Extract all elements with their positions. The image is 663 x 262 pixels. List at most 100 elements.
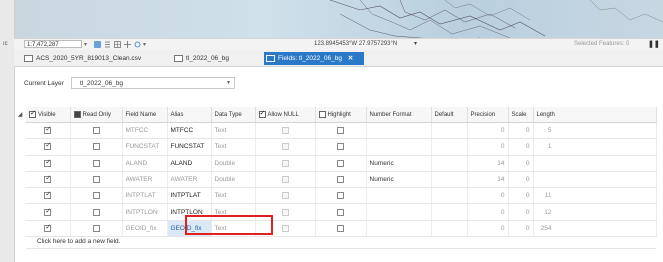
precision-cell[interactable]: 14: [467, 171, 509, 189]
close-icon[interactable]: ✕: [348, 55, 353, 62]
grid-icon[interactable]: [94, 41, 101, 48]
snapping-icon[interactable]: [104, 41, 111, 48]
col-scale[interactable]: Scale: [508, 107, 534, 123]
col-read-only[interactable]: Read Only: [70, 107, 123, 123]
number-format-cell[interactable]: [366, 187, 432, 205]
field-name-cell[interactable]: FUNCSTAT: [122, 138, 168, 156]
scale-cell[interactable]: 0: [508, 203, 534, 221]
read-only-checkbox[interactable]: [92, 143, 100, 151]
table-row[interactable]: AWATER AWATER Double Numeric 14 0: [26, 171, 657, 189]
highlight-all-checkbox[interactable]: [318, 110, 326, 118]
highlight-checkbox[interactable]: [337, 143, 344, 151]
scale-input[interactable]: 1:7,472,287: [24, 40, 82, 48]
default-cell[interactable]: [431, 203, 468, 221]
col-field-name[interactable]: Field Name: [122, 107, 168, 123]
field-name-cell[interactable]: INTPTLON: [122, 203, 168, 221]
table-row[interactable]: FUNCSTAT FUNCSTAT Text 0 0 1: [26, 138, 657, 156]
tab-acs-csv[interactable]: ACS_2020_5YR_819013_Clean.csv: [22, 52, 167, 65]
field-name-cell[interactable]: INTPTLAT: [122, 187, 168, 205]
read-only-checkbox[interactable]: [92, 208, 100, 216]
alias-cell[interactable]: FUNCSTAT: [167, 138, 212, 156]
data-type-cell[interactable]: Text: [211, 138, 256, 156]
visible-checkbox[interactable]: [44, 125, 52, 135]
allow-null-checkbox[interactable]: [281, 159, 289, 167]
table-grid-icon[interactable]: [114, 41, 121, 48]
highlight-checkbox[interactable]: [337, 192, 344, 200]
allow-null-checkbox[interactable]: [281, 208, 289, 216]
precision-cell[interactable]: 0: [467, 203, 509, 221]
scale-cell[interactable]: 0: [508, 138, 534, 156]
length-cell[interactable]: 12: [533, 203, 657, 221]
col-default[interactable]: Default: [431, 107, 468, 123]
scale-cell[interactable]: 0: [508, 155, 534, 172]
chevron-down-icon[interactable]: ▾: [414, 40, 417, 49]
precision-cell[interactable]: 0: [467, 122, 509, 140]
table-row[interactable]: INTPTLAT INTPTLAT Text 0 0 11: [26, 187, 657, 205]
allow-null-checkbox[interactable]: [281, 224, 289, 232]
read-only-checkbox[interactable]: [92, 127, 100, 135]
read-only-checkbox[interactable]: [92, 224, 100, 232]
visible-checkbox[interactable]: [44, 158, 52, 167]
length-cell[interactable]: [533, 155, 657, 172]
read-only-checkbox[interactable]: [92, 175, 100, 183]
number-format-cell[interactable]: Numeric: [366, 155, 432, 172]
precision-cell[interactable]: 0: [467, 187, 509, 205]
visible-all-checkbox[interactable]: [29, 109, 36, 118]
col-allow-null[interactable]: Allow NULL: [255, 107, 316, 123]
col-number-format[interactable]: Number Format: [366, 107, 432, 123]
default-cell[interactable]: [431, 171, 468, 189]
alias-cell[interactable]: AWATER: [167, 171, 212, 189]
scale-cell[interactable]: 0: [508, 187, 534, 205]
alias-cell[interactable]: MTFCC: [167, 122, 212, 140]
visible-checkbox[interactable]: [44, 190, 52, 200]
col-highlight[interactable]: Highlight: [315, 107, 367, 123]
read-only-all-checkbox[interactable]: [73, 110, 81, 118]
tab-fields[interactable]: Fields: tl_2022_06_bg ✕: [264, 52, 364, 65]
highlight-checkbox[interactable]: [337, 159, 344, 167]
chevron-down-icon[interactable]: ▾: [143, 41, 146, 48]
default-cell[interactable]: [431, 187, 468, 205]
allow-null-checkbox[interactable]: [281, 127, 289, 135]
allow-null-checkbox[interactable]: [281, 175, 289, 183]
field-name-cell[interactable]: ALAND: [122, 155, 168, 172]
field-name-cell[interactable]: MTFCC: [122, 122, 168, 140]
allow-null-all-checkbox[interactable]: [258, 109, 266, 118]
default-cell[interactable]: [431, 122, 468, 140]
data-type-cell[interactable]: Text: [211, 122, 256, 140]
data-type-cell[interactable]: Double: [211, 155, 256, 172]
crosshair-icon[interactable]: [124, 41, 131, 48]
current-layer-select[interactable]: tl_2022_06_bg ▾: [71, 77, 235, 89]
table-row[interactable]: MTFCC MTFCC Text 0 0 5: [26, 122, 657, 140]
scale-cell[interactable]: 0: [508, 171, 534, 189]
col-length[interactable]: Length: [533, 107, 657, 123]
table-row[interactable]: INTPTLON INTPTLON Text 0 0 12: [26, 203, 657, 221]
field-name-cell[interactable]: AWATER: [122, 171, 168, 189]
col-precision[interactable]: Precision: [467, 107, 509, 123]
precision-cell[interactable]: 0: [467, 138, 509, 156]
default-cell[interactable]: [431, 155, 468, 172]
pause-icon[interactable]: ❚❚: [648, 41, 660, 48]
length-cell[interactable]: 1: [533, 138, 657, 156]
length-cell[interactable]: 5: [533, 122, 657, 140]
allow-null-checkbox[interactable]: [281, 143, 289, 151]
read-only-checkbox[interactable]: [92, 159, 100, 167]
number-format-cell[interactable]: [366, 138, 432, 156]
alias-cell[interactable]: INTPTLAT: [167, 187, 212, 205]
collapse-icon[interactable]: ◢: [14, 107, 26, 123]
highlight-checkbox[interactable]: [337, 127, 344, 135]
visible-checkbox[interactable]: [44, 207, 52, 216]
data-type-cell[interactable]: Double: [211, 171, 256, 189]
length-cell[interactable]: 11: [533, 187, 657, 205]
length-cell[interactable]: [533, 171, 657, 189]
alias-cell[interactable]: ALAND: [167, 155, 212, 172]
visible-checkbox[interactable]: [44, 223, 52, 232]
data-type-cell[interactable]: Text: [211, 187, 256, 205]
read-only-checkbox[interactable]: [92, 192, 100, 200]
tab-attribute-table[interactable]: tl_2022_06_bg: [172, 52, 260, 65]
visible-checkbox[interactable]: [44, 174, 52, 183]
number-format-cell[interactable]: Numeric: [366, 171, 432, 189]
add-new-field-row[interactable]: Click here to add a new field.: [26, 235, 656, 249]
highlight-checkbox[interactable]: [337, 224, 344, 232]
col-alias[interactable]: Alias: [167, 107, 212, 123]
chevron-down-icon[interactable]: ▾: [84, 41, 87, 48]
